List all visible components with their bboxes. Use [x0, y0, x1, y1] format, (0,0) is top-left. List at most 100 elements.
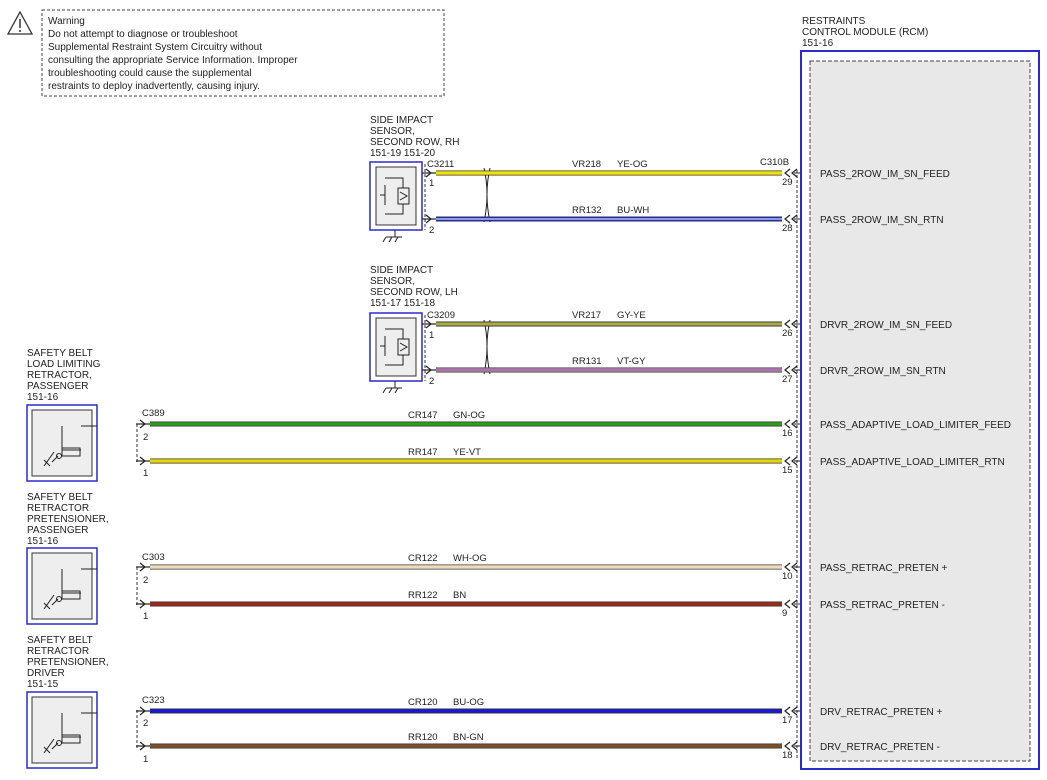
- rcm-signal-label: DRV_RETRAC_PRETEN -: [820, 742, 940, 753]
- rcm-pin-number: 18: [782, 750, 793, 761]
- sensor-rh-title-2: SECOND ROW, RH: [370, 137, 459, 148]
- rcm-pin-number: 26: [782, 328, 793, 339]
- sensor-rh-title-0: SIDE IMPACT: [370, 115, 433, 126]
- rcm-pin-number: 29: [782, 177, 793, 188]
- retractor-connector: C303: [142, 552, 165, 563]
- retractor-title-3: PASSENGER: [27, 381, 89, 392]
- sensor-lh: SIDE IMPACT SENSOR, SECOND ROW, LH 151-1…: [369, 265, 458, 394]
- rcm-signal-label: PASS_ADAPTIVE_LOAD_LIMITER_FEED: [820, 420, 1011, 431]
- rcm-pin-number: 28: [782, 223, 793, 234]
- rcm-signal-label: DRV_RETRAC_PRETEN +: [820, 707, 943, 718]
- warning-line-1: Do not attempt to diagnose or troublesho…: [48, 29, 238, 40]
- retractor-title-0: SAFETY BELT: [27, 348, 93, 359]
- sensor-lh-title-0: SIDE IMPACT: [370, 265, 433, 276]
- wire-circuit-label: RR122: [408, 590, 438, 601]
- terminal-icon: [784, 599, 791, 609]
- twisted-pair-icon: [483, 167, 491, 375]
- retractor-title-4: 151-16: [27, 536, 59, 547]
- wire-color-label: BN-GN: [453, 732, 484, 743]
- warning-line-4: troubleshooting could cause the suppleme…: [48, 68, 251, 79]
- rcm-module: RESTRAINTS CONTROL MODULE (RCM) 151-16 C…: [760, 16, 1040, 770]
- sensor-lh-title-3: 151-17 151-18: [370, 298, 435, 309]
- rcm-signal-label: DRVR_2ROW_IM_SN_RTN: [820, 366, 946, 377]
- wire-circuit-label: VR217: [572, 310, 601, 321]
- retractor-title-1: RETRACTOR: [27, 503, 89, 514]
- rcm-connector-label: C310B: [760, 157, 789, 168]
- rcm-signal-label: PASS_RETRAC_PRETEN +: [820, 563, 948, 574]
- wire-color-label: WH-OG: [453, 553, 487, 564]
- wire-circuit-label: RR120: [408, 732, 438, 743]
- wire-color-label: YE-VT: [453, 447, 481, 458]
- sensor-lh-pin-1: 1: [429, 330, 434, 341]
- terminal-icon: [784, 419, 791, 429]
- retractor-pin-2: 2: [143, 718, 148, 729]
- retractor-title-3: PASSENGER: [27, 525, 89, 536]
- ground-icon: [382, 230, 402, 243]
- retractor-preten-drv: SAFETY BELT RETRACTOR PRETENSIONER, DRIV…: [26, 635, 165, 769]
- wire-circuit-label: CR120: [408, 697, 438, 708]
- wire-circuit-label: RR132: [572, 205, 602, 216]
- terminal-icon: [784, 168, 791, 178]
- rcm-pin-number: 16: [782, 428, 793, 439]
- rcm-pin-number: 10: [782, 571, 793, 582]
- wire-color-label: BU-OG: [453, 697, 484, 708]
- warning-block: Warning Do not attempt to diagnose or tr…: [6, 9, 445, 97]
- terminal-icon: [784, 319, 791, 329]
- terminal-icon: [784, 562, 791, 572]
- rcm-signal-label: DRVR_2ROW_IM_SN_FEED: [820, 320, 952, 331]
- wire-color-label: BU-WH: [617, 205, 649, 216]
- sensor-symbol-icon: [375, 317, 417, 377]
- wire-color-label: YE-OG: [617, 159, 648, 170]
- warning-triangle-icon: [6, 10, 34, 35]
- sensor-rh-title-1: SENSOR,: [370, 126, 415, 137]
- retractor-title-0: SAFETY BELT: [27, 492, 93, 503]
- rcm-pin-number: 15: [782, 465, 793, 476]
- wire-color-label: GY-YE: [617, 310, 646, 321]
- sensor-rh-connector: C3211: [427, 159, 454, 170]
- wire-circuit-label: RR131: [572, 356, 602, 367]
- wire-color-label: VT-GY: [617, 356, 646, 367]
- retractor-pin-1: 1: [143, 754, 148, 765]
- warning-line-3: consulting the appropriate Service Infor…: [48, 55, 298, 66]
- rcm-title-2: 151-16: [802, 38, 834, 49]
- rcm-pin-number: 17: [782, 715, 793, 726]
- sensor-lh-pin-2: 2: [429, 376, 434, 387]
- retractor-title-1: LOAD LIMITING: [27, 359, 101, 370]
- wire-circuit-label: VR218: [572, 159, 601, 170]
- terminal-icon: [784, 214, 791, 224]
- retractor-connector: C389: [142, 408, 165, 419]
- wire-circuit-label: CR122: [408, 553, 438, 564]
- sensor-rh-pin-1: 1: [429, 178, 434, 189]
- warning-line-5: restraints to deploy inadvertently, caus…: [48, 81, 260, 92]
- wire-circuit-label: CR147: [408, 410, 438, 421]
- warning-line-0: Warning: [48, 16, 85, 27]
- rcm-inner-box: [809, 60, 1031, 762]
- sensor-rh: SIDE IMPACT SENSOR, SECOND ROW, RH 151-1…: [369, 115, 459, 243]
- retractor-title-2: PRETENSIONER,: [27, 514, 109, 525]
- rcm-title-1: CONTROL MODULE (RCM): [802, 27, 928, 38]
- terminal-icon: [784, 706, 791, 716]
- retractor-title-3: DRIVER: [27, 668, 65, 679]
- wiring-diagram: Warning Do not attempt to diagnose or tr…: [6, 9, 1040, 770]
- retractor-title-4: 151-16: [27, 392, 59, 403]
- rcm-pin-number: 27: [782, 374, 793, 385]
- warning-line-2: Supplemental Restraint System Circuitry …: [48, 42, 262, 53]
- wire-color-label: BN: [453, 590, 466, 601]
- rcm-signal-label: PASS_2ROW_IM_SN_RTN: [820, 215, 944, 226]
- retractor-pin-2: 2: [143, 432, 148, 443]
- retractor-title-2: PRETENSIONER,: [27, 657, 109, 668]
- terminal-icon: [784, 365, 791, 375]
- sensor-rh-pin-2: 2: [429, 225, 434, 236]
- sensor-rh-title-3: 151-19 151-20: [370, 148, 435, 159]
- rcm-title-0: RESTRAINTS: [802, 16, 866, 27]
- retractor-title-0: SAFETY BELT: [27, 635, 93, 646]
- sensor-lh-connector: C3209: [427, 310, 455, 321]
- wire-circuit-label: RR147: [408, 447, 438, 458]
- sensor-symbol-icon: [375, 166, 417, 226]
- retractor-pin-1: 1: [143, 468, 148, 479]
- retractor-title-4: 151-15: [27, 679, 59, 690]
- ground-icon: [382, 381, 402, 394]
- rcm-signal-label: PASS_ADAPTIVE_LOAD_LIMITER_RTN: [820, 457, 1005, 468]
- terminal-icon: [784, 741, 791, 751]
- sensor-lh-title-2: SECOND ROW, LH: [370, 287, 458, 298]
